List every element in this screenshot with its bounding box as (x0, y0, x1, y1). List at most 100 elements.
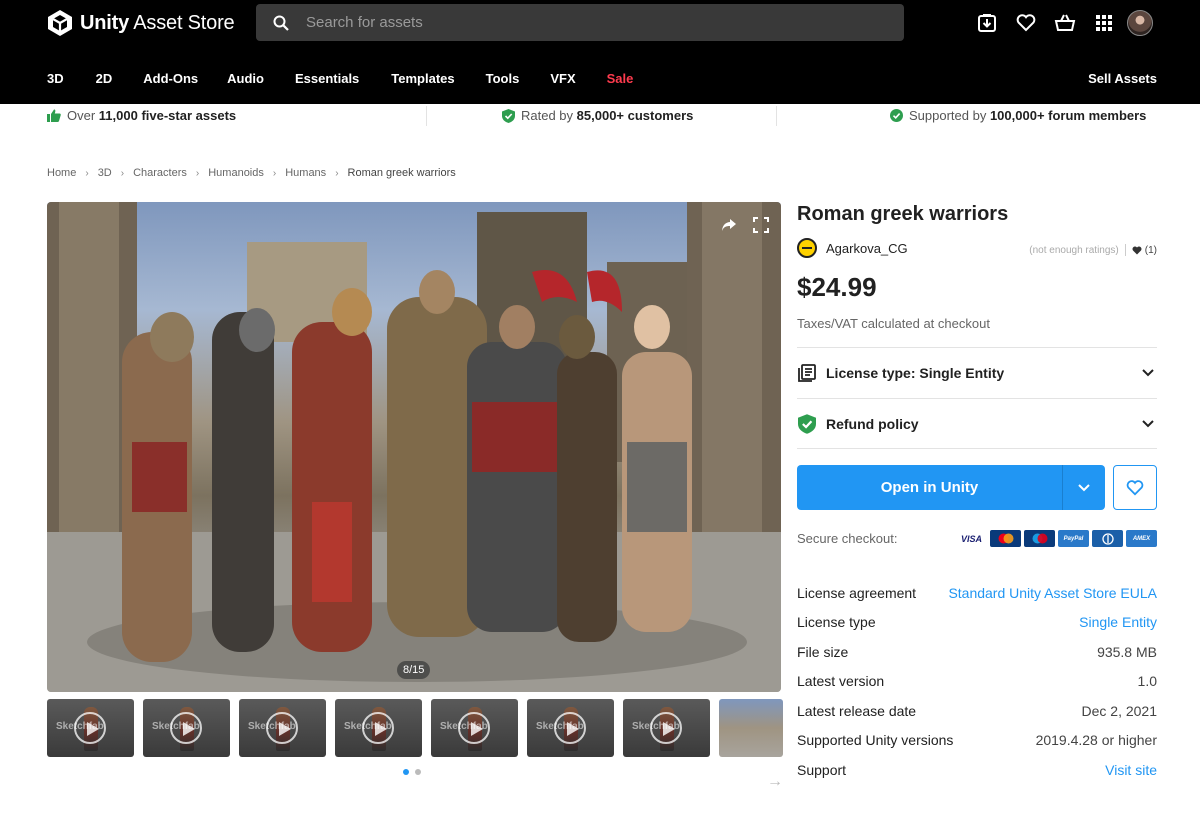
detail-row: File size 935.8 MB (797, 637, 1157, 667)
detail-key: Supported Unity versions (797, 732, 954, 749)
play-icon (170, 712, 202, 744)
nav-audio[interactable]: Audio (227, 71, 264, 86)
open-in-unity-button[interactable]: Open in Unity (797, 465, 1062, 510)
nav-tools[interactable]: Tools (486, 71, 520, 86)
detail-row: License type Single Entity (797, 608, 1157, 638)
diners-club-icon (1092, 530, 1123, 547)
trust-item-forum: Supported by 100,000+ forum members (890, 108, 1146, 123)
detail-value: Dec 2, 2021 (1081, 702, 1158, 719)
details-table: License agreement Standard Unity Asset S… (797, 578, 1157, 785)
user-avatar[interactable] (1127, 10, 1153, 36)
breadcrumb: Home › 3D › Characters › Humanoids › Hum… (47, 167, 456, 179)
mastercard-icon (990, 530, 1021, 547)
chevron-right-icon: › (85, 167, 89, 179)
breadcrumb-characters[interactable]: Characters (133, 167, 187, 179)
detail-key: License agreement (797, 584, 917, 601)
play-icon (74, 712, 106, 744)
license-type-link[interactable]: Single Entity (1079, 614, 1157, 630)
nav-3d[interactable]: 3D (47, 71, 64, 86)
breadcrumb-3d[interactable]: 3D (98, 167, 112, 179)
breadcrumb-humanoids[interactable]: Humanoids (208, 167, 264, 179)
publisher-name[interactable]: Agarkova_CG (826, 241, 908, 256)
trust-text: Supported by 100,000+ forum members (909, 108, 1147, 123)
price: $24.99 (797, 272, 877, 302)
refund-policy-accordion[interactable]: Refund policy (797, 398, 1157, 449)
license-doc-icon (797, 363, 817, 383)
apps-grid-icon[interactable] (1092, 11, 1116, 35)
breadcrumb-humans[interactable]: Humans (285, 167, 326, 179)
vat-note: Taxes/VAT calculated at checkout (797, 316, 990, 331)
chevron-right-icon: › (120, 167, 125, 179)
sell-assets-link[interactable]: Sell Assets (1088, 71, 1157, 86)
heart-icon (1126, 479, 1144, 495)
arrow-right-icon[interactable]: → (767, 773, 783, 791)
thumbnail-video[interactable]: Sketchfab (335, 699, 422, 757)
carousel-dot[interactable] (415, 769, 421, 775)
breadcrumb-current: Roman greek warriors (347, 167, 456, 179)
nav-sale[interactable]: Sale (607, 71, 634, 86)
carousel-dot[interactable] (403, 769, 409, 775)
detail-row: Support Visit site (797, 755, 1157, 785)
nav-add-ons[interactable]: Add-Ons (143, 71, 198, 86)
thumbs-up-icon (47, 109, 61, 122)
support-link[interactable]: Visit site (1105, 762, 1157, 778)
thumbnail-image[interactable] (719, 699, 783, 757)
download-icon[interactable] (975, 11, 999, 35)
search-bar[interactable] (256, 4, 904, 41)
divider (1124, 244, 1126, 256)
thumbnail-video[interactable]: Sketchfab (623, 699, 710, 757)
thumbnail-video[interactable]: Sketchfab (47, 699, 134, 757)
share-icon[interactable] (718, 214, 740, 236)
fullscreen-icon[interactable] (750, 214, 772, 236)
thumbnail-strip: Sketchfab Sketchfab Sketchfab Sketchfab … (47, 699, 783, 757)
secure-checkout-label: Secure checkout: (797, 531, 898, 546)
add-to-wishlist-button[interactable] (1113, 465, 1157, 510)
unity-logo[interactable]: Unity Asset Store (47, 8, 235, 38)
top-header: Unity Asset Store 3D 2D Add-Ons (0, 0, 1200, 104)
chevron-right-icon: › (335, 167, 339, 179)
product-main-image[interactable]: 8/15 (47, 202, 781, 692)
detail-key: File size (797, 643, 849, 660)
nav-2d[interactable]: 2D (96, 71, 113, 86)
thumbnail-video[interactable]: Sketchfab (527, 699, 614, 757)
detail-key: Latest version (797, 673, 885, 690)
maestro-icon (1024, 530, 1055, 547)
chevron-down-icon (1139, 369, 1157, 377)
breadcrumb-home[interactable]: Home (47, 167, 76, 179)
chevron-right-icon: › (272, 167, 277, 179)
heart-icon[interactable] (1014, 11, 1038, 35)
favorites-count[interactable]: (1) (1132, 245, 1157, 256)
basket-icon[interactable] (1053, 11, 1077, 35)
play-icon (266, 712, 298, 744)
license-type-label: License type: Single Entity (826, 365, 1005, 381)
open-options-dropdown[interactable] (1062, 465, 1105, 510)
carousel-dots (403, 769, 421, 775)
thumbnail-video[interactable]: Sketchfab (143, 699, 230, 757)
chevron-down-icon (1078, 483, 1090, 491)
trust-text: Over 11,000 five-star assets (67, 108, 237, 123)
chevron-right-icon: › (195, 167, 200, 179)
amex-icon: AMEX (1126, 530, 1157, 547)
header-icons (975, 10, 1153, 36)
play-icon (650, 712, 682, 744)
detail-row: Latest version 1.0 (797, 667, 1157, 697)
play-icon (554, 712, 586, 744)
trust-item-rating: Rated by 85,000+ customers (502, 108, 693, 123)
ratings-note: (not enough ratings) (1029, 244, 1119, 256)
publisher[interactable]: Agarkova_CG (797, 238, 908, 258)
thumbnail-video[interactable]: Sketchfab (239, 699, 326, 757)
search-input[interactable] (306, 14, 866, 31)
detail-value: 935.8 MB (1097, 643, 1157, 660)
payment-methods: VISA PayPal AMEX (956, 530, 1157, 547)
nav-vfx[interactable]: VFX (550, 71, 575, 86)
thumbnail-video[interactable]: Sketchfab (431, 699, 518, 757)
heart-filled-icon (1132, 246, 1142, 254)
trust-text: Rated by 85,000+ customers (521, 108, 694, 123)
nav-essentials[interactable]: Essentials (295, 71, 359, 86)
refund-policy-label: Refund policy (826, 415, 919, 432)
license-type-accordion[interactable]: License type: Single Entity (797, 347, 1157, 398)
detail-row: Supported Unity versions 2019.4.28 or hi… (797, 726, 1157, 756)
eula-link[interactable]: Standard Unity Asset Store EULA (948, 585, 1157, 601)
brand-name: Unity Asset Store (80, 11, 235, 34)
nav-templates[interactable]: Templates (391, 71, 454, 86)
